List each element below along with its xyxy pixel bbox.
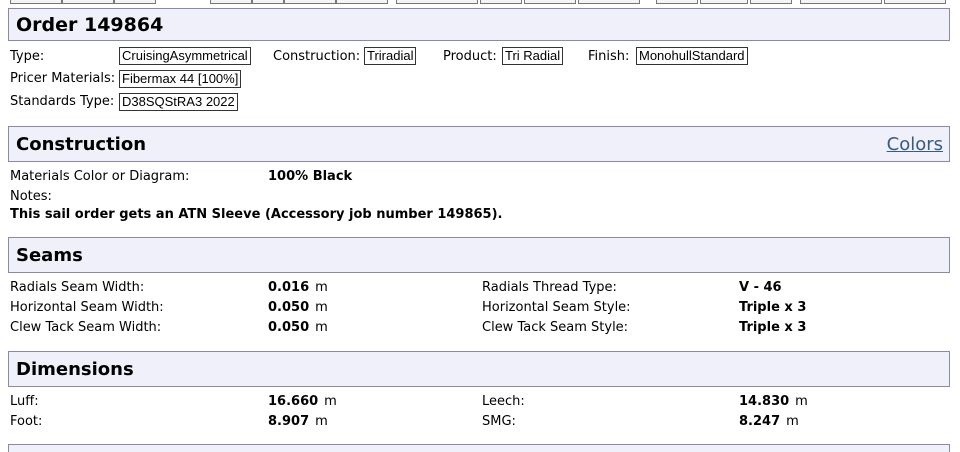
tab-stub[interactable] <box>800 0 882 4</box>
horizontal-seam-style-value: Triple x 3 <box>739 300 807 315</box>
next-section-header <box>8 444 950 452</box>
type-label: Type: <box>10 49 45 64</box>
tab-stub[interactable] <box>700 0 748 4</box>
construction-header: Construction Colors <box>8 126 950 162</box>
product-value: Tri Radial <box>502 47 564 65</box>
type-value: CruisingAsymmetrical <box>119 47 251 65</box>
tab-stub[interactable] <box>480 0 522 4</box>
pricer-materials-label: Pricer Materials: <box>10 71 116 86</box>
materials-color-value: 100% Black <box>268 169 353 184</box>
dimensions-header: Dimensions <box>8 351 950 387</box>
radials-seam-width-label: Radials Seam Width: <box>10 280 145 295</box>
pricer-materials-value: Fibermax 44 [100%] <box>119 70 242 88</box>
construction-value: Triradial <box>364 47 417 65</box>
tab-stub[interactable] <box>114 0 156 4</box>
construction-title: Construction <box>16 134 147 155</box>
tab-stub[interactable] <box>656 0 698 4</box>
clew-tack-seam-style-label: Clew Tack Seam Style: <box>482 320 629 335</box>
clew-tack-seam-width-value: 0.050 m <box>268 320 328 335</box>
notes-text: This sail order gets an ATN Sleeve (Acce… <box>10 207 503 222</box>
order-header: Order 149864 <box>8 8 950 41</box>
leech-value: 14.830 m <box>739 394 808 409</box>
seams-title: Seams <box>16 245 83 266</box>
horizontal-seam-width-value: 0.050 m <box>268 300 328 315</box>
foot-value: 8.907 m <box>268 414 328 429</box>
tab-stub[interactable] <box>336 0 388 4</box>
order-title: Order 149864 <box>16 14 164 36</box>
clew-tack-seam-style-value: Triple x 3 <box>739 320 807 335</box>
tab-stub[interactable] <box>524 0 576 4</box>
radials-thread-type-value: V - 46 <box>739 280 782 295</box>
tab-stub[interactable] <box>252 0 284 4</box>
horizontal-seam-width-label: Horizontal Seam Width: <box>10 300 164 315</box>
tab-stub[interactable] <box>10 0 62 4</box>
radials-thread-type-label: Radials Thread Type: <box>482 280 617 295</box>
tab-stub[interactable] <box>284 0 336 4</box>
tab-stub[interactable] <box>396 0 478 4</box>
tab-stub[interactable] <box>578 0 640 4</box>
tab-stub[interactable] <box>210 0 252 4</box>
standards-type-value: D38SQStRA3 2022 <box>119 93 238 111</box>
horizontal-seam-style-label: Horizontal Seam Style: <box>482 300 631 315</box>
dimensions-title: Dimensions <box>16 359 134 380</box>
luff-value: 16.660 m <box>268 394 337 409</box>
top-tab-strip <box>0 0 960 4</box>
materials-color-label: Materials Color or Diagram: <box>10 169 190 184</box>
smg-label: SMG: <box>482 414 516 429</box>
luff-label: Luff: <box>10 394 39 409</box>
tab-stub[interactable] <box>750 0 792 4</box>
colors-link[interactable]: Colors <box>887 134 943 155</box>
tab-stub[interactable] <box>884 0 946 4</box>
foot-label: Foot: <box>10 414 43 429</box>
clew-tack-seam-width-label: Clew Tack Seam Width: <box>10 320 162 335</box>
finish-label: Finish: <box>588 49 630 64</box>
construction-label: Construction: <box>273 49 361 64</box>
product-label: Product: <box>443 49 497 64</box>
smg-value: 8.247 m <box>739 414 799 429</box>
notes-label: Notes: <box>10 189 52 204</box>
finish-value: MonohullStandard <box>636 47 748 65</box>
tab-stub[interactable] <box>62 0 114 4</box>
seams-header: Seams <box>8 237 950 273</box>
leech-label: Leech: <box>482 394 525 409</box>
standards-type-label: Standards Type: <box>10 94 115 109</box>
radials-seam-width-value: 0.016 m <box>268 280 328 295</box>
